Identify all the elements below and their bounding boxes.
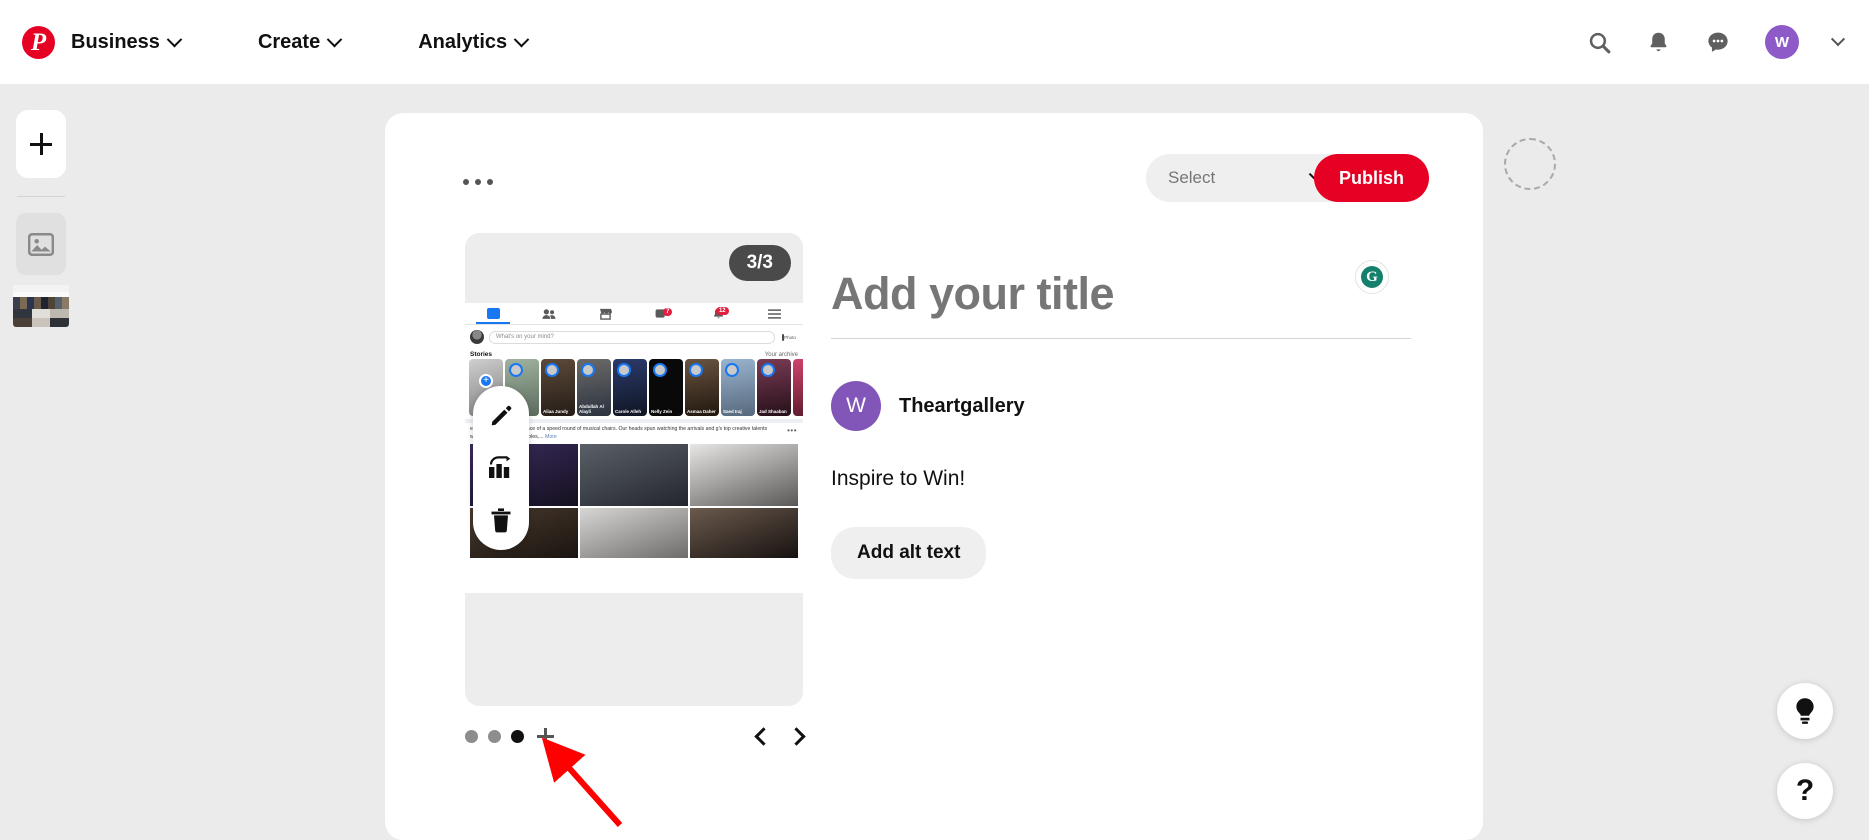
fb-friends-icon (521, 308, 577, 320)
plus-icon (30, 133, 52, 155)
fb-video-badge: 7 (662, 308, 673, 316)
fb-compose-placeholder: What's on your mind? (489, 330, 775, 344)
story-item: Carole Alleh (613, 359, 647, 416)
question-mark-icon: ? (1795, 774, 1815, 807)
slide-dots (465, 730, 524, 743)
fb-post-more-link: More (545, 433, 557, 440)
avatar-initial: W (1774, 33, 1790, 51)
fb-notifications-icon: 12 (690, 307, 746, 320)
add-slide-button[interactable] (537, 728, 554, 745)
chevron-down-icon[interactable] (1830, 32, 1846, 47)
nav-item-create-label: Create (257, 30, 321, 53)
story-item: Aliaa Jundy (541, 359, 575, 416)
slide-dot-3[interactable] (511, 730, 524, 743)
delete-icon[interactable] (483, 502, 519, 538)
story-item: Abdullah Al Alayli (577, 359, 611, 416)
tips-button[interactable] (1777, 683, 1833, 739)
story-item: Nelly Zein (649, 359, 683, 416)
fb-post-more-icon: ••• (787, 426, 797, 435)
story-item (793, 359, 803, 416)
pin-author-row[interactable]: W Theartgallery (831, 381, 1411, 431)
nav-left-group: P Business Create Analytics (0, 21, 543, 64)
author-name: Theartgallery (899, 394, 1025, 417)
edit-icon[interactable] (483, 398, 519, 434)
media-edit-toolbar (473, 386, 529, 550)
chevron-down-icon (513, 31, 530, 47)
fb-notifications-badge: 12 (715, 307, 729, 315)
next-slide-button[interactable] (787, 727, 806, 746)
media-preview-column: 3/3 7 12 What's on your mind? Photo Stor… (465, 233, 803, 706)
pin-details-form: Add your title G W Theartgallery Inspire… (831, 260, 1411, 579)
fb-video-icon: 7 (634, 308, 690, 319)
sidebar-media-thumbnail[interactable] (13, 285, 69, 327)
help-button[interactable]: ? (1777, 763, 1833, 819)
fb-marketplace-icon (578, 308, 634, 320)
author-avatar: W (831, 381, 881, 431)
screenshot-fb-nav: 7 12 (465, 303, 803, 325)
top-navigation-bar: P Business Create Analytics W (0, 0, 1869, 84)
fb-user-avatar (470, 330, 484, 344)
add-alt-text-button[interactable]: Add alt text (831, 527, 987, 579)
board-select-dropdown[interactable]: Select (1145, 154, 1338, 202)
messages-icon[interactable] (1705, 29, 1731, 55)
story-item: Asmaa Daher (685, 359, 719, 416)
slide-carousel-controls (465, 727, 806, 746)
fb-photo-label: Photo (784, 334, 796, 340)
nav-item-create[interactable]: Create (242, 21, 356, 64)
screenshot-fb-composer: What's on your mind? Photo (465, 325, 803, 349)
nav-item-business[interactable]: Business (55, 21, 196, 64)
pin-builder-card: Select Publish 3/3 7 12 What's on your m… (385, 113, 1483, 840)
slide-dot-1[interactable] (465, 730, 478, 743)
previous-slide-button[interactable] (754, 727, 773, 746)
pinterest-pin-builder: P Business Create Analytics W Select Pub… (0, 0, 1869, 840)
screenshot-stories-header: Stories Your archive (465, 349, 803, 359)
slide-arrows (754, 727, 806, 746)
image-icon (28, 232, 54, 256)
nav-right-group: W (1587, 25, 1869, 59)
pin-title-field[interactable]: Add your title G (831, 260, 1411, 339)
fb-menu-icon (747, 308, 803, 319)
bell-icon[interactable] (1646, 30, 1671, 55)
loading-spinner-placeholder (1504, 138, 1556, 190)
story-item: Saed Iraj (721, 359, 755, 416)
publish-button[interactable]: Publish (1313, 154, 1429, 202)
nav-item-business-label: Business (71, 30, 160, 53)
search-icon[interactable] (1587, 30, 1612, 55)
more-options-button[interactable] (463, 179, 493, 185)
sidebar-add-media-button[interactable] (16, 110, 66, 178)
reorder-icon[interactable] (483, 450, 519, 486)
pinterest-logo-icon[interactable]: P (22, 25, 55, 59)
nav-item-analytics[interactable]: Analytics (402, 21, 543, 64)
sidebar-image-placeholder[interactable] (16, 213, 66, 275)
chevron-down-icon (166, 31, 183, 47)
fb-photo-button: Photo (780, 333, 798, 341)
media-preview[interactable]: 3/3 7 12 What's on your mind? Photo Stor… (465, 233, 803, 706)
grammarly-icon[interactable]: G (1355, 260, 1389, 294)
left-sidebar (0, 84, 82, 840)
pin-title-placeholder: Add your title (831, 268, 1115, 319)
pin-description[interactable]: Inspire to Win! (831, 467, 1411, 491)
chevron-down-icon (326, 31, 343, 47)
grammarly-letter: G (1361, 266, 1383, 288)
sidebar-divider (17, 196, 65, 197)
stories-title: Stories (470, 351, 493, 358)
slide-dot-2[interactable] (488, 730, 501, 743)
avatar[interactable]: W (1765, 25, 1799, 59)
nav-item-analytics-label: Analytics (418, 30, 508, 53)
story-item: Jad Shaaban (757, 359, 791, 416)
stories-archive-link: Your archive (764, 351, 798, 358)
board-select-value: Select (1167, 168, 1216, 187)
fb-home-icon (486, 308, 500, 319)
slide-counter-badge: 3/3 (728, 245, 791, 281)
card-actions: Select Publish (1145, 154, 1429, 202)
lightbulb-icon (1796, 698, 1814, 724)
author-avatar-initial: W (846, 394, 866, 417)
